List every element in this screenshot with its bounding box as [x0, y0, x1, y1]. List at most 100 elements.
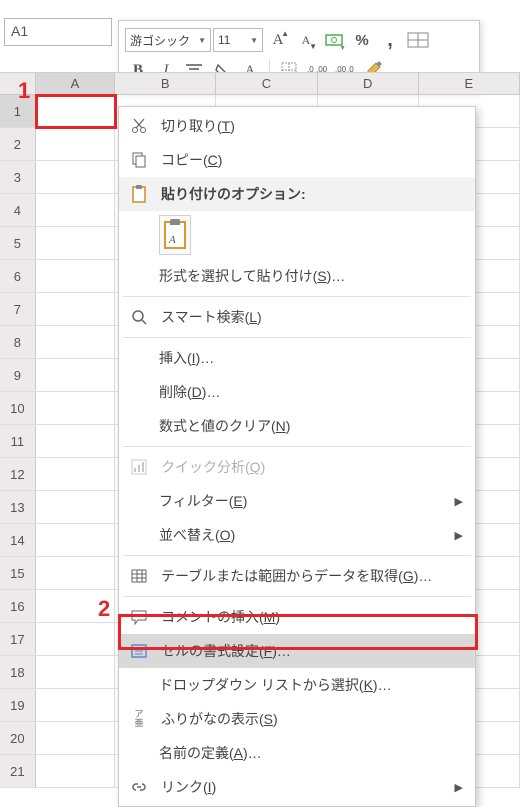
font-name-dropdown[interactable]: 游ゴシック ▼	[125, 28, 211, 52]
name-box[interactable]: A1	[4, 18, 112, 46]
menu-filter[interactable]: フィルター(E) ▶	[119, 484, 475, 518]
menu-smart-lookup[interactable]: スマート検索(L)	[119, 300, 475, 334]
menu-delete[interactable]: 削除(D)…	[119, 375, 475, 409]
cell[interactable]	[36, 755, 115, 787]
chevron-down-icon: ▼	[198, 36, 206, 45]
cell[interactable]	[36, 491, 115, 523]
chevron-down-icon: ▼	[250, 36, 258, 45]
menu-link-label: リンク(I)	[161, 777, 445, 797]
copy-icon	[127, 148, 151, 172]
separator	[123, 337, 471, 338]
accounting-format-button[interactable]: ▼	[321, 27, 347, 53]
separator	[123, 296, 471, 297]
row-header-4[interactable]: 4	[0, 194, 36, 226]
row-header-21[interactable]: 21	[0, 755, 36, 787]
menu-quick-analysis: クイック分析(Q)	[119, 450, 475, 484]
column-header-B[interactable]: B	[115, 73, 216, 94]
menu-delete-label: 削除(D)…	[159, 382, 463, 402]
format-cells-icon	[127, 639, 151, 663]
cell[interactable]	[36, 194, 115, 226]
cell[interactable]	[36, 656, 115, 688]
column-header-E[interactable]: E	[419, 73, 520, 94]
menu-quick-analysis-label: クイック分析(Q)	[161, 457, 463, 477]
menu-sort[interactable]: 並べ替え(O) ▶	[119, 518, 475, 552]
clipboard-icon	[127, 182, 151, 206]
row-header-10[interactable]: 10	[0, 392, 36, 424]
menu-dropdown-pick[interactable]: ドロップダウン リストから選択(K)…	[119, 668, 475, 702]
column-header-A[interactable]: A	[36, 73, 115, 94]
font-size-dropdown[interactable]: 11 ▼	[213, 28, 263, 52]
menu-sort-label: 並べ替え(O)	[159, 525, 445, 545]
cell[interactable]	[36, 392, 115, 424]
scissors-icon	[127, 114, 151, 138]
cell[interactable]	[36, 722, 115, 754]
row-header-13[interactable]: 13	[0, 491, 36, 523]
row-header-14[interactable]: 14	[0, 524, 36, 556]
menu-paste-special[interactable]: 形式を選択して貼り付け(S)…	[119, 259, 475, 293]
cell[interactable]	[36, 458, 115, 490]
chevron-right-icon: ▶	[455, 781, 463, 794]
cell[interactable]	[36, 425, 115, 457]
row-header-7[interactable]: 7	[0, 293, 36, 325]
row-header-8[interactable]: 8	[0, 326, 36, 358]
quick-analysis-icon	[127, 455, 151, 479]
cell[interactable]	[36, 128, 115, 160]
menu-insert-label: 挿入(I)…	[159, 348, 463, 368]
cell[interactable]	[36, 689, 115, 721]
menu-insert-comment-label: コメントの挿入(M)	[161, 607, 463, 627]
menu-clear-label: 数式と値のクリア(N)	[159, 416, 463, 436]
cell[interactable]	[36, 524, 115, 556]
column-headers: A B C D E	[0, 73, 520, 95]
format-painter-like-button[interactable]	[405, 27, 431, 53]
row-header-18[interactable]: 18	[0, 656, 36, 688]
cell[interactable]	[36, 326, 115, 358]
row-header-9[interactable]: 9	[0, 359, 36, 391]
cell[interactable]	[36, 623, 115, 655]
menu-format-cells-label: セルの書式設定(F)…	[161, 641, 463, 661]
menu-copy[interactable]: コピー(C)	[119, 143, 475, 177]
chevron-right-icon: ▶	[455, 495, 463, 508]
menu-clear[interactable]: 数式と値のクリア(N)	[119, 409, 475, 443]
paste-default-button[interactable]: A	[159, 215, 191, 255]
column-header-C[interactable]: C	[216, 73, 317, 94]
row-header-15[interactable]: 15	[0, 557, 36, 589]
menu-get-data[interactable]: テーブルまたは範囲からデータを取得(G)…	[119, 559, 475, 593]
menu-insert-comment[interactable]: コメントの挿入(M)	[119, 600, 475, 634]
menu-cut[interactable]: 切り取り(T)	[119, 109, 475, 143]
column-header-D[interactable]: D	[318, 73, 419, 94]
row-header-16[interactable]: 16	[0, 590, 36, 622]
context-menu: 切り取り(T) コピー(C) 貼り付けのオプション: A 形式を選択して貼り付け…	[118, 106, 476, 807]
menu-phonetic[interactable]: ア亜 ふりがなの表示(S)	[119, 702, 475, 736]
cell[interactable]	[36, 95, 115, 127]
annotation-label-2: 2	[98, 596, 110, 622]
row-header-6[interactable]: 6	[0, 260, 36, 292]
row-header-2[interactable]: 2	[0, 128, 36, 160]
menu-format-cells[interactable]: セルの書式設定(F)…	[119, 634, 475, 668]
row-header-19[interactable]: 19	[0, 689, 36, 721]
search-icon	[127, 305, 151, 329]
menu-define-name-label: 名前の定義(A)…	[159, 743, 463, 763]
row-header-17[interactable]: 17	[0, 623, 36, 655]
toolbar-row-1: 游ゴシック ▼ 11 ▼ A▲ A▼ ▼ % ,	[125, 25, 473, 55]
menu-copy-label: コピー(C)	[161, 150, 463, 170]
percent-format-button[interactable]: %	[349, 27, 375, 53]
separator	[123, 446, 471, 447]
row-header-3[interactable]: 3	[0, 161, 36, 193]
cell[interactable]	[36, 557, 115, 589]
cell[interactable]	[36, 161, 115, 193]
row-header-5[interactable]: 5	[0, 227, 36, 259]
menu-link[interactable]: リンク(I) ▶	[119, 770, 475, 804]
row-header-11[interactable]: 11	[0, 425, 36, 457]
cell[interactable]	[36, 227, 115, 259]
cell[interactable]	[36, 293, 115, 325]
cell[interactable]	[36, 359, 115, 391]
menu-dropdown-pick-label: ドロップダウン リストから選択(K)…	[159, 675, 463, 695]
increase-font-button[interactable]: A▲	[265, 27, 291, 53]
row-header-12[interactable]: 12	[0, 458, 36, 490]
menu-define-name[interactable]: 名前の定義(A)…	[119, 736, 475, 770]
decrease-font-button[interactable]: A▼	[293, 27, 319, 53]
comma-format-button[interactable]: ,	[377, 27, 403, 53]
menu-insert[interactable]: 挿入(I)…	[119, 341, 475, 375]
row-header-20[interactable]: 20	[0, 722, 36, 754]
cell[interactable]	[36, 260, 115, 292]
